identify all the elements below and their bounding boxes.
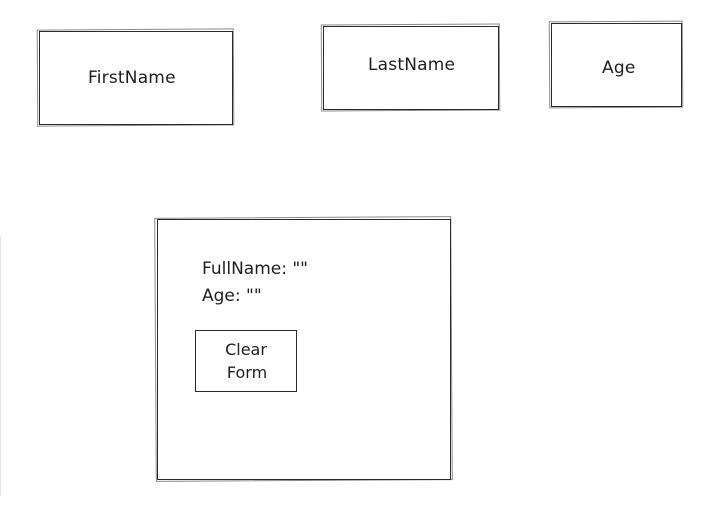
age-output: Age: "" xyxy=(202,286,262,306)
clear-form-label-line-2: Form xyxy=(226,363,268,382)
last-name-label: LastName xyxy=(368,55,456,75)
age-output-value: "" xyxy=(246,286,262,306)
first-name-field[interactable]: FirstName xyxy=(39,31,233,125)
last-name-field[interactable]: LastName xyxy=(323,26,499,110)
full-name-output: FullName: "" xyxy=(202,259,308,279)
clear-form-button[interactable]: Clear Form xyxy=(195,330,297,392)
age-label: Age xyxy=(602,58,636,78)
clear-form-label-line-1: Clear xyxy=(225,340,267,359)
full-name-output-label: FullName: xyxy=(202,259,287,279)
output-panel: FullName: "" Age: "" Clear Form xyxy=(157,219,451,480)
full-name-output-value: "" xyxy=(292,259,308,279)
left-edge-mark xyxy=(0,236,1,496)
age-field[interactable]: Age xyxy=(551,23,682,107)
age-output-label: Age: xyxy=(202,286,241,306)
first-name-label: FirstName xyxy=(88,68,176,88)
